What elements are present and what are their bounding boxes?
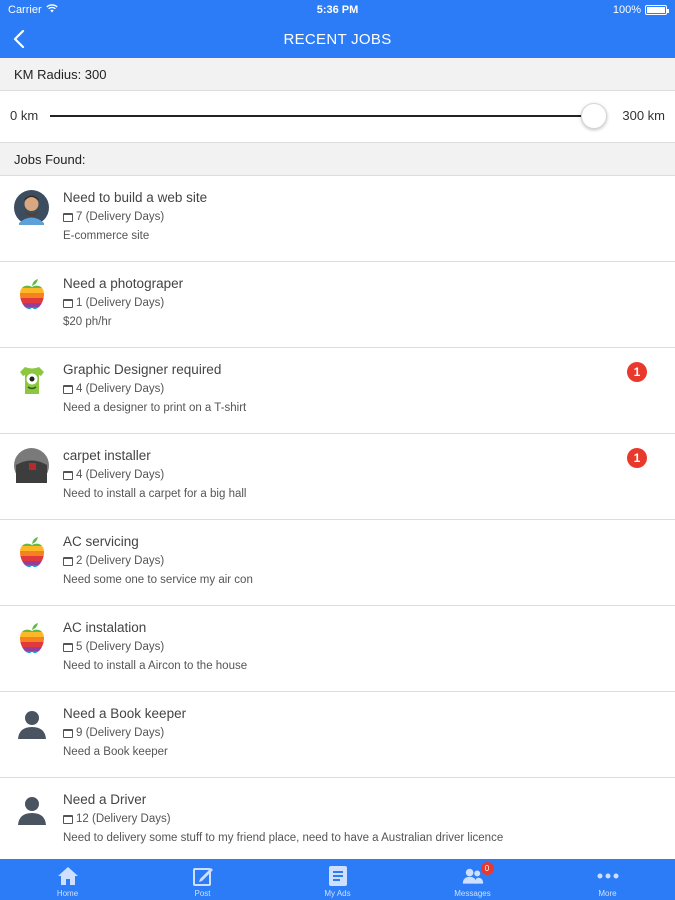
tab-home[interactable]: Home [0, 859, 135, 900]
job-days-text: 2 (Delivery Days) [76, 555, 165, 567]
tab-label: Messages [454, 889, 491, 898]
tab-label: More [598, 889, 617, 898]
slider-track[interactable] [50, 115, 594, 117]
home-icon [57, 865, 79, 887]
job-row[interactable]: Need a Book keeper 9 (Delivery Days) Nee… [0, 692, 675, 778]
job-days-text: 1 (Delivery Days) [76, 297, 165, 309]
job-delivery-days: 12 (Delivery Days) [63, 813, 171, 825]
carrier-label: Carrier [8, 4, 42, 16]
job-description: Need a designer to print on a T-shirt [63, 402, 247, 414]
job-title: Graphic Designer required [63, 362, 222, 377]
calendar-icon [63, 814, 73, 824]
job-row[interactable]: Need to build a web site 7 (Delivery Day… [0, 176, 675, 262]
job-days-text: 5 (Delivery Days) [76, 641, 165, 653]
job-description: E-commerce site [63, 230, 150, 242]
monster-tshirt-icon [14, 362, 49, 397]
more-icon [597, 865, 619, 887]
job-description: Need some one to service my air con [63, 574, 253, 586]
job-delivery-days: 1 (Delivery Days) [63, 297, 164, 309]
job-delivery-days: 4 (Delivery Days) [63, 383, 164, 395]
job-description: Need to install a Aircon to the house [63, 660, 248, 672]
slider-max-label: 300 km [622, 108, 665, 123]
job-description: Need to delivery some stuff to my friend… [63, 832, 504, 844]
apple-logo-icon [14, 620, 49, 655]
apple-logo-icon [14, 276, 49, 311]
chevron-left-icon [13, 30, 25, 48]
calendar-icon [63, 470, 73, 480]
user-silhouette-icon [14, 706, 49, 741]
slider-min-label: 0 km [10, 108, 39, 123]
job-delivery-days: 4 (Delivery Days) [63, 469, 164, 481]
job-days-text: 9 (Delivery Days) [76, 727, 165, 739]
radius-slider-row: 0 km 300 km [0, 91, 675, 142]
calendar-icon [63, 384, 73, 394]
calendar-icon [63, 298, 73, 308]
unread-badge: 1 [627, 448, 647, 468]
job-title: Need a photograper [63, 276, 184, 291]
job-row[interactable]: AC instalation 5 (Delivery Days) Need to… [0, 606, 675, 692]
back-button[interactable] [6, 26, 32, 52]
job-title: AC instalation [63, 620, 147, 635]
tab-my-ads[interactable]: My Ads [270, 859, 405, 900]
job-delivery-days: 2 (Delivery Days) [63, 555, 164, 567]
job-title: Need a Book keeper [63, 706, 187, 721]
battery-icon [645, 5, 669, 15]
messages-badge: 0 [480, 862, 494, 875]
page-title: RECENT JOBS [283, 30, 392, 48]
tab-label: My Ads [324, 889, 351, 898]
tab-post[interactable]: Post [135, 859, 270, 900]
job-row[interactable]: Need a photograper 1 (Delivery Days) $20… [0, 262, 675, 348]
job-row[interactable]: Graphic Designer required 4 (Delivery Da… [0, 348, 675, 434]
job-description: Need a Book keeper [63, 746, 168, 758]
tab-more[interactable]: More [540, 859, 675, 900]
jobs-found-header: Jobs Found: [0, 142, 675, 176]
apple-logo-icon [14, 534, 49, 569]
calendar-icon [63, 556, 73, 566]
radius-header: KM Radius: 300 [0, 58, 675, 91]
tab-messages[interactable]: 0 Messages [405, 859, 540, 900]
slider-thumb[interactable] [581, 103, 607, 129]
job-list: Need to build a web site 7 (Delivery Day… [0, 176, 675, 864]
job-title: carpet installer [63, 448, 151, 463]
calendar-icon [63, 642, 73, 652]
job-delivery-days: 5 (Delivery Days) [63, 641, 164, 653]
tab-bar: Home Post My Ads 0 Messages More [0, 859, 675, 900]
post-icon [192, 865, 214, 887]
nav-bar: RECENT JOBS [0, 20, 675, 58]
job-row[interactable]: Need a Driver 12 (Delivery Days) Need to… [0, 778, 675, 864]
my-ads-icon [327, 865, 349, 887]
job-delivery-days: 7 (Delivery Days) [63, 211, 164, 223]
job-row[interactable]: AC servicing 2 (Delivery Days) Need some… [0, 520, 675, 606]
job-days-text: 4 (Delivery Days) [76, 469, 165, 481]
carpet-photo-icon [14, 448, 49, 483]
person-photo-icon [14, 190, 49, 225]
wifi-icon [45, 4, 58, 16]
job-title: Need a Driver [63, 792, 147, 807]
unread-badge: 1 [627, 362, 647, 382]
job-days-text: 12 (Delivery Days) [76, 813, 171, 825]
calendar-icon [63, 728, 73, 738]
tab-label: Home [56, 889, 79, 898]
job-description: Need to install a carpet for a big hall [63, 488, 247, 500]
job-description: $20 ph/hr [63, 316, 112, 328]
job-delivery-days: 9 (Delivery Days) [63, 727, 164, 739]
status-bar: Carrier 5:36 PM 100% [0, 0, 675, 20]
job-days-text: 7 (Delivery Days) [76, 211, 165, 223]
job-title: Need to build a web site [63, 190, 208, 205]
user-silhouette-icon [14, 792, 49, 827]
calendar-icon [63, 212, 73, 222]
job-days-text: 4 (Delivery Days) [76, 383, 165, 395]
clock: 5:36 PM [316, 4, 359, 16]
job-row[interactable]: carpet installer 4 (Delivery Days) Need … [0, 434, 675, 520]
tab-label: Post [194, 889, 211, 898]
job-title: AC servicing [63, 534, 139, 549]
battery-percent: 100% [612, 4, 641, 16]
